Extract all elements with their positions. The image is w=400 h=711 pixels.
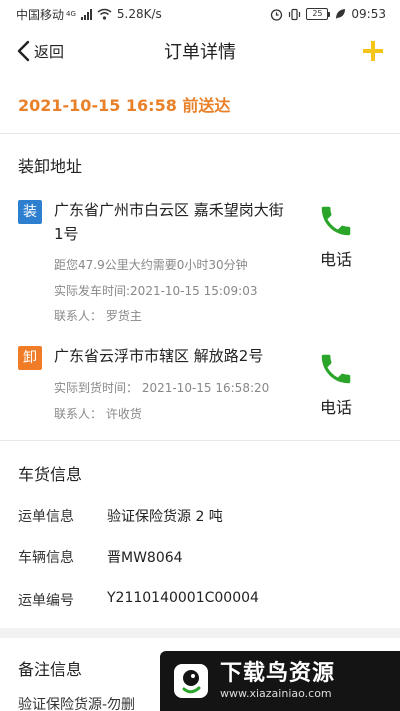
watermark-url: www.xiazainiao.com <box>220 687 332 700</box>
watermark-text: 下载鸟资源 www.xiazainiao.com <box>220 661 335 701</box>
status-right: 25 09:53 <box>270 7 386 21</box>
unload-call-button[interactable]: 电话 <box>306 350 366 418</box>
load-address: 广东省广州市白云区 嘉禾望岗大街1号 <box>54 201 284 243</box>
carrier-name: 中国移动 <box>16 7 65 22</box>
delivery-deadline: 2021-10-15 16:58 前送达 <box>18 96 231 115</box>
cargo-label-vehicle: 车辆信息 <box>18 550 74 566</box>
watermark-title: 下载鸟资源 <box>220 661 336 686</box>
load-call-button[interactable]: 电话 <box>306 202 366 270</box>
section-separator <box>0 628 400 638</box>
bird-logo-icon <box>174 664 208 698</box>
remarks-text: 验证保险货源-勿删 <box>18 697 136 711</box>
cargo-value-waybill-number: Y2110140001C00004 <box>107 590 259 606</box>
back-label: 返回 <box>34 42 65 61</box>
load-depart-time: 实际发车时间:2021-10-15 15:09:03 <box>54 284 258 298</box>
network-type: 4G <box>66 10 76 18</box>
chevron-left-icon <box>17 40 30 62</box>
load-distance: 距您47.9公里大约需要0小时30分钟 <box>54 258 248 272</box>
status-bar: 中国移动 4G 5.28K/s 25 09:53 <box>0 0 400 28</box>
back-button[interactable]: 返回 <box>16 38 64 64</box>
watermark-overlay: 下载鸟资源 www.xiazainiao.com <box>160 651 400 711</box>
signal-icon <box>80 8 92 20</box>
cargo-value-vehicle: 晋MW8064 <box>107 550 183 566</box>
address-section-title: 装卸地址 <box>18 157 83 176</box>
cargo-section-title: 车货信息 <box>18 465 83 484</box>
load-tag: 装 <box>18 200 42 224</box>
divider <box>0 440 400 441</box>
cargo-label-waybill-number: 运单编号 <box>18 593 74 609</box>
unload-arrive-time: 实际到货时间： 2021-10-15 16:58:20 <box>54 381 270 395</box>
leaf-icon <box>336 9 346 19</box>
unload-call-label: 电话 <box>319 398 352 417</box>
alarm-icon <box>271 8 283 21</box>
navigation-bar: 返回 订单详情 <box>0 28 400 74</box>
cargo-label-waybill: 运单信息 <box>18 509 74 525</box>
load-call-label: 电话 <box>319 250 352 269</box>
network-speed: 5.28K/s <box>116 7 162 21</box>
load-contact: 联系人： 罗货主 <box>54 309 142 323</box>
status-left: 中国移动 4G 5.28K/s <box>16 6 162 23</box>
phone-icon <box>321 354 351 384</box>
battery-level: 25 <box>306 8 329 20</box>
clock: 09:53 <box>351 7 386 21</box>
phone-icon <box>321 206 351 236</box>
wifi-icon <box>97 8 112 20</box>
vibrate-icon <box>289 8 301 20</box>
unload-contact: 联系人： 许收货 <box>54 407 142 421</box>
unload-tag: 卸 <box>18 346 42 370</box>
cargo-value-waybill: 验证保险货源 2 吨 <box>107 509 223 525</box>
divider <box>0 133 400 134</box>
plus-icon[interactable] <box>362 40 384 62</box>
unload-address: 广东省云浮市市辖区 解放路2号 <box>54 347 264 365</box>
battery-icon: 25 <box>306 8 331 20</box>
remarks-section-title: 备注信息 <box>18 660 83 679</box>
